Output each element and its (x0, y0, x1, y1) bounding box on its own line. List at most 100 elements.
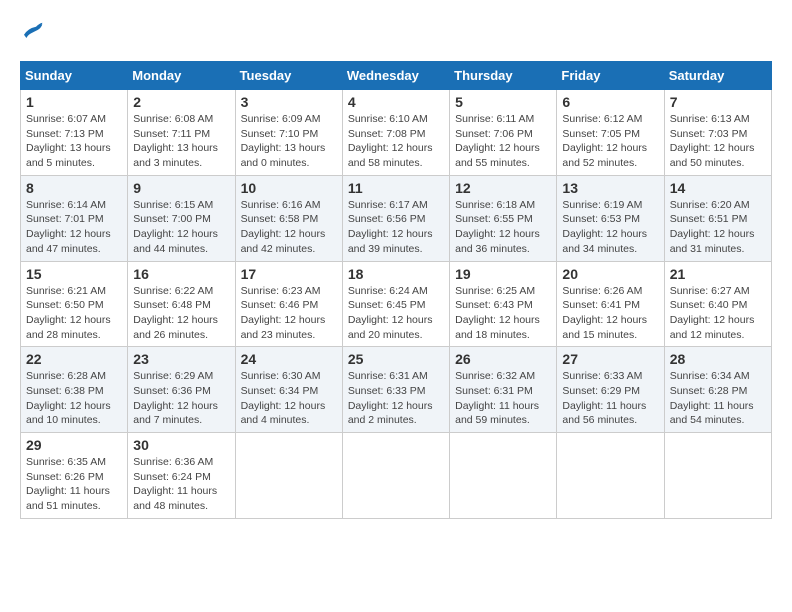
day-info: Sunrise: 6:19 AM Sunset: 6:53 PM Dayligh… (562, 198, 658, 257)
day-number: 22 (26, 351, 122, 367)
empty-cell (557, 433, 664, 519)
day-info: Sunrise: 6:21 AM Sunset: 6:50 PM Dayligh… (26, 284, 122, 343)
logo (20, 20, 48, 45)
calendar-header-row: SundayMondayTuesdayWednesdayThursdayFrid… (21, 62, 772, 90)
calendar-day-3: 3 Sunrise: 6:09 AM Sunset: 7:10 PM Dayli… (235, 90, 342, 176)
day-number: 9 (133, 180, 229, 196)
day-info: Sunrise: 6:28 AM Sunset: 6:38 PM Dayligh… (26, 369, 122, 428)
day-number: 17 (241, 266, 337, 282)
calendar-day-26: 26 Sunrise: 6:32 AM Sunset: 6:31 PM Dayl… (450, 347, 557, 433)
day-number: 24 (241, 351, 337, 367)
day-number: 8 (26, 180, 122, 196)
weekday-header-saturday: Saturday (664, 62, 771, 90)
calendar-day-20: 20 Sunrise: 6:26 AM Sunset: 6:41 PM Dayl… (557, 261, 664, 347)
calendar-day-11: 11 Sunrise: 6:17 AM Sunset: 6:56 PM Dayl… (342, 175, 449, 261)
calendar-week-3: 15 Sunrise: 6:21 AM Sunset: 6:50 PM Dayl… (21, 261, 772, 347)
day-number: 27 (562, 351, 658, 367)
day-info: Sunrise: 6:33 AM Sunset: 6:29 PM Dayligh… (562, 369, 658, 428)
empty-cell (450, 433, 557, 519)
calendar-day-5: 5 Sunrise: 6:11 AM Sunset: 7:06 PM Dayli… (450, 90, 557, 176)
calendar-day-12: 12 Sunrise: 6:18 AM Sunset: 6:55 PM Dayl… (450, 175, 557, 261)
day-number: 16 (133, 266, 229, 282)
day-info: Sunrise: 6:14 AM Sunset: 7:01 PM Dayligh… (26, 198, 122, 257)
calendar-day-10: 10 Sunrise: 6:16 AM Sunset: 6:58 PM Dayl… (235, 175, 342, 261)
day-number: 19 (455, 266, 551, 282)
weekday-header-friday: Friday (557, 62, 664, 90)
day-info: Sunrise: 6:27 AM Sunset: 6:40 PM Dayligh… (670, 284, 766, 343)
day-number: 14 (670, 180, 766, 196)
day-info: Sunrise: 6:20 AM Sunset: 6:51 PM Dayligh… (670, 198, 766, 257)
day-number: 26 (455, 351, 551, 367)
day-info: Sunrise: 6:32 AM Sunset: 6:31 PM Dayligh… (455, 369, 551, 428)
calendar-week-4: 22 Sunrise: 6:28 AM Sunset: 6:38 PM Dayl… (21, 347, 772, 433)
day-info: Sunrise: 6:09 AM Sunset: 7:10 PM Dayligh… (241, 112, 337, 171)
calendar-day-25: 25 Sunrise: 6:31 AM Sunset: 6:33 PM Dayl… (342, 347, 449, 433)
day-info: Sunrise: 6:13 AM Sunset: 7:03 PM Dayligh… (670, 112, 766, 171)
calendar-day-8: 8 Sunrise: 6:14 AM Sunset: 7:01 PM Dayli… (21, 175, 128, 261)
calendar-week-2: 8 Sunrise: 6:14 AM Sunset: 7:01 PM Dayli… (21, 175, 772, 261)
calendar-day-23: 23 Sunrise: 6:29 AM Sunset: 6:36 PM Dayl… (128, 347, 235, 433)
day-info: Sunrise: 6:23 AM Sunset: 6:46 PM Dayligh… (241, 284, 337, 343)
day-info: Sunrise: 6:29 AM Sunset: 6:36 PM Dayligh… (133, 369, 229, 428)
weekday-header-sunday: Sunday (21, 62, 128, 90)
day-number: 6 (562, 94, 658, 110)
empty-cell (342, 433, 449, 519)
day-number: 3 (241, 94, 337, 110)
empty-cell (235, 433, 342, 519)
day-info: Sunrise: 6:08 AM Sunset: 7:11 PM Dayligh… (133, 112, 229, 171)
calendar-day-15: 15 Sunrise: 6:21 AM Sunset: 6:50 PM Dayl… (21, 261, 128, 347)
day-info: Sunrise: 6:24 AM Sunset: 6:45 PM Dayligh… (348, 284, 444, 343)
calendar-day-24: 24 Sunrise: 6:30 AM Sunset: 6:34 PM Dayl… (235, 347, 342, 433)
day-number: 13 (562, 180, 658, 196)
day-number: 18 (348, 266, 444, 282)
calendar-week-5: 29 Sunrise: 6:35 AM Sunset: 6:26 PM Dayl… (21, 433, 772, 519)
calendar-day-1: 1 Sunrise: 6:07 AM Sunset: 7:13 PM Dayli… (21, 90, 128, 176)
day-info: Sunrise: 6:11 AM Sunset: 7:06 PM Dayligh… (455, 112, 551, 171)
calendar-day-2: 2 Sunrise: 6:08 AM Sunset: 7:11 PM Dayli… (128, 90, 235, 176)
calendar-day-28: 28 Sunrise: 6:34 AM Sunset: 6:28 PM Dayl… (664, 347, 771, 433)
day-info: Sunrise: 6:35 AM Sunset: 6:26 PM Dayligh… (26, 455, 122, 514)
empty-cell (664, 433, 771, 519)
day-number: 4 (348, 94, 444, 110)
day-number: 23 (133, 351, 229, 367)
day-info: Sunrise: 6:17 AM Sunset: 6:56 PM Dayligh… (348, 198, 444, 257)
day-number: 20 (562, 266, 658, 282)
day-number: 7 (670, 94, 766, 110)
day-number: 12 (455, 180, 551, 196)
day-info: Sunrise: 6:16 AM Sunset: 6:58 PM Dayligh… (241, 198, 337, 257)
calendar-day-22: 22 Sunrise: 6:28 AM Sunset: 6:38 PM Dayl… (21, 347, 128, 433)
calendar-day-9: 9 Sunrise: 6:15 AM Sunset: 7:00 PM Dayli… (128, 175, 235, 261)
day-number: 5 (455, 94, 551, 110)
day-info: Sunrise: 6:36 AM Sunset: 6:24 PM Dayligh… (133, 455, 229, 514)
day-info: Sunrise: 6:30 AM Sunset: 6:34 PM Dayligh… (241, 369, 337, 428)
calendar-day-17: 17 Sunrise: 6:23 AM Sunset: 6:46 PM Dayl… (235, 261, 342, 347)
day-info: Sunrise: 6:34 AM Sunset: 6:28 PM Dayligh… (670, 369, 766, 428)
weekday-header-tuesday: Tuesday (235, 62, 342, 90)
day-number: 21 (670, 266, 766, 282)
calendar-day-19: 19 Sunrise: 6:25 AM Sunset: 6:43 PM Dayl… (450, 261, 557, 347)
day-info: Sunrise: 6:22 AM Sunset: 6:48 PM Dayligh… (133, 284, 229, 343)
day-number: 2 (133, 94, 229, 110)
day-number: 11 (348, 180, 444, 196)
weekday-header-monday: Monday (128, 62, 235, 90)
day-info: Sunrise: 6:18 AM Sunset: 6:55 PM Dayligh… (455, 198, 551, 257)
day-info: Sunrise: 6:07 AM Sunset: 7:13 PM Dayligh… (26, 112, 122, 171)
calendar-day-13: 13 Sunrise: 6:19 AM Sunset: 6:53 PM Dayl… (557, 175, 664, 261)
calendar-week-1: 1 Sunrise: 6:07 AM Sunset: 7:13 PM Dayli… (21, 90, 772, 176)
calendar-day-18: 18 Sunrise: 6:24 AM Sunset: 6:45 PM Dayl… (342, 261, 449, 347)
calendar-day-30: 30 Sunrise: 6:36 AM Sunset: 6:24 PM Dayl… (128, 433, 235, 519)
calendar-table: SundayMondayTuesdayWednesdayThursdayFrid… (20, 61, 772, 519)
calendar-day-16: 16 Sunrise: 6:22 AM Sunset: 6:48 PM Dayl… (128, 261, 235, 347)
day-info: Sunrise: 6:31 AM Sunset: 6:33 PM Dayligh… (348, 369, 444, 428)
calendar-day-14: 14 Sunrise: 6:20 AM Sunset: 6:51 PM Dayl… (664, 175, 771, 261)
day-number: 28 (670, 351, 766, 367)
day-number: 15 (26, 266, 122, 282)
day-number: 25 (348, 351, 444, 367)
calendar-day-4: 4 Sunrise: 6:10 AM Sunset: 7:08 PM Dayli… (342, 90, 449, 176)
calendar-day-21: 21 Sunrise: 6:27 AM Sunset: 6:40 PM Dayl… (664, 261, 771, 347)
day-number: 30 (133, 437, 229, 453)
day-info: Sunrise: 6:25 AM Sunset: 6:43 PM Dayligh… (455, 284, 551, 343)
day-number: 29 (26, 437, 122, 453)
calendar-day-7: 7 Sunrise: 6:13 AM Sunset: 7:03 PM Dayli… (664, 90, 771, 176)
logo-icon (20, 20, 44, 45)
